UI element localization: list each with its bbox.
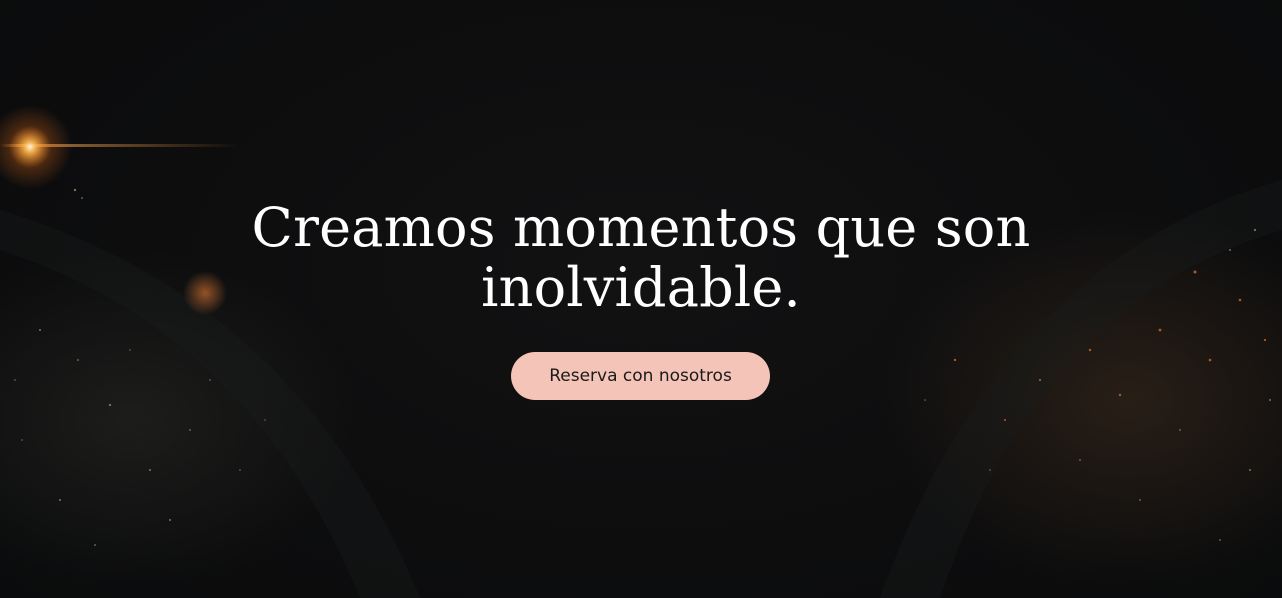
hero-headline: Creamos momentos que son inolvidable.	[251, 196, 1031, 319]
reserve-button[interactable]: Reserva con nosotros	[511, 352, 770, 400]
hero-section: Creamos momentos que son inolvidable. Re…	[0, 0, 1282, 598]
hero-content: Creamos momentos que son inolvidable. Re…	[0, 0, 1282, 598]
